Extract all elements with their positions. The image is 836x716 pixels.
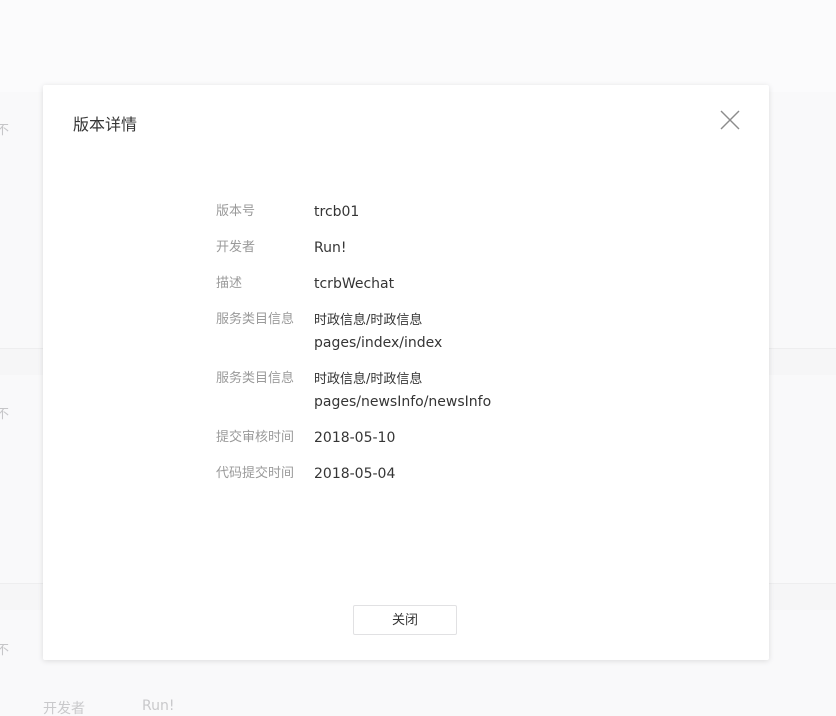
service-category-text: 时政信息/时政信息 bbox=[314, 313, 423, 328]
info-label: 提交审核时间 bbox=[216, 430, 295, 445]
background-developer-label: 开发者 bbox=[43, 701, 85, 716]
info-row-service-category: 服务类目信息 时政信息/时政信息 pages/newsInfo/newsInfo bbox=[216, 368, 636, 413]
info-value: 2018-05-10 bbox=[314, 430, 396, 446]
background-header-band bbox=[0, 0, 836, 92]
info-row-developer: 开发者 Run! bbox=[216, 237, 636, 259]
dialog-title: 版本详情 bbox=[73, 115, 138, 134]
info-row-code-time: 代码提交时间 2018-05-04 bbox=[216, 463, 636, 485]
close-icon[interactable] bbox=[719, 109, 741, 131]
info-value: Run! bbox=[314, 240, 347, 256]
version-info-list: 版本号 trcb01 开发者 Run! 描述 tcrbWechat 服务类目信息… bbox=[216, 201, 636, 499]
info-value: 时政信息/时政信息 pages/newsInfo/newsInfo bbox=[314, 368, 491, 413]
info-value: tcrbWechat bbox=[314, 276, 395, 292]
version-detail-dialog: 版本详情 版本号 trcb01 开发者 Run! 描述 tcrbWechat 服… bbox=[43, 85, 769, 660]
background-text-fragment: 不 bbox=[0, 643, 10, 658]
info-label: 开发者 bbox=[216, 240, 256, 255]
info-label: 描述 bbox=[216, 276, 243, 291]
info-value: trcb01 bbox=[314, 204, 360, 220]
info-value: 时政信息/时政信息 pages/index/index bbox=[314, 309, 442, 354]
info-value: 2018-05-04 bbox=[314, 466, 396, 482]
background-text-fragment: 不 bbox=[0, 407, 10, 422]
background-text-fragment: 不 bbox=[0, 123, 10, 138]
service-page-path: pages/newsInfo/newsInfo bbox=[314, 394, 492, 410]
info-row-submit-time: 提交审核时间 2018-05-10 bbox=[216, 427, 636, 449]
info-label: 服务类目信息 bbox=[216, 312, 295, 327]
close-button[interactable]: 关闭 bbox=[353, 605, 457, 635]
service-page-path: pages/index/index bbox=[314, 335, 443, 351]
info-row-version: 版本号 trcb01 bbox=[216, 201, 636, 223]
info-label: 代码提交时间 bbox=[216, 466, 295, 481]
info-label: 服务类目信息 bbox=[216, 371, 295, 386]
info-label: 版本号 bbox=[216, 204, 256, 219]
info-row-service-category: 服务类目信息 时政信息/时政信息 pages/index/index bbox=[216, 309, 636, 354]
background-developer-value: Run! bbox=[142, 698, 175, 714]
service-category-text: 时政信息/时政信息 bbox=[314, 372, 423, 387]
info-row-description: 描述 tcrbWechat bbox=[216, 273, 636, 295]
